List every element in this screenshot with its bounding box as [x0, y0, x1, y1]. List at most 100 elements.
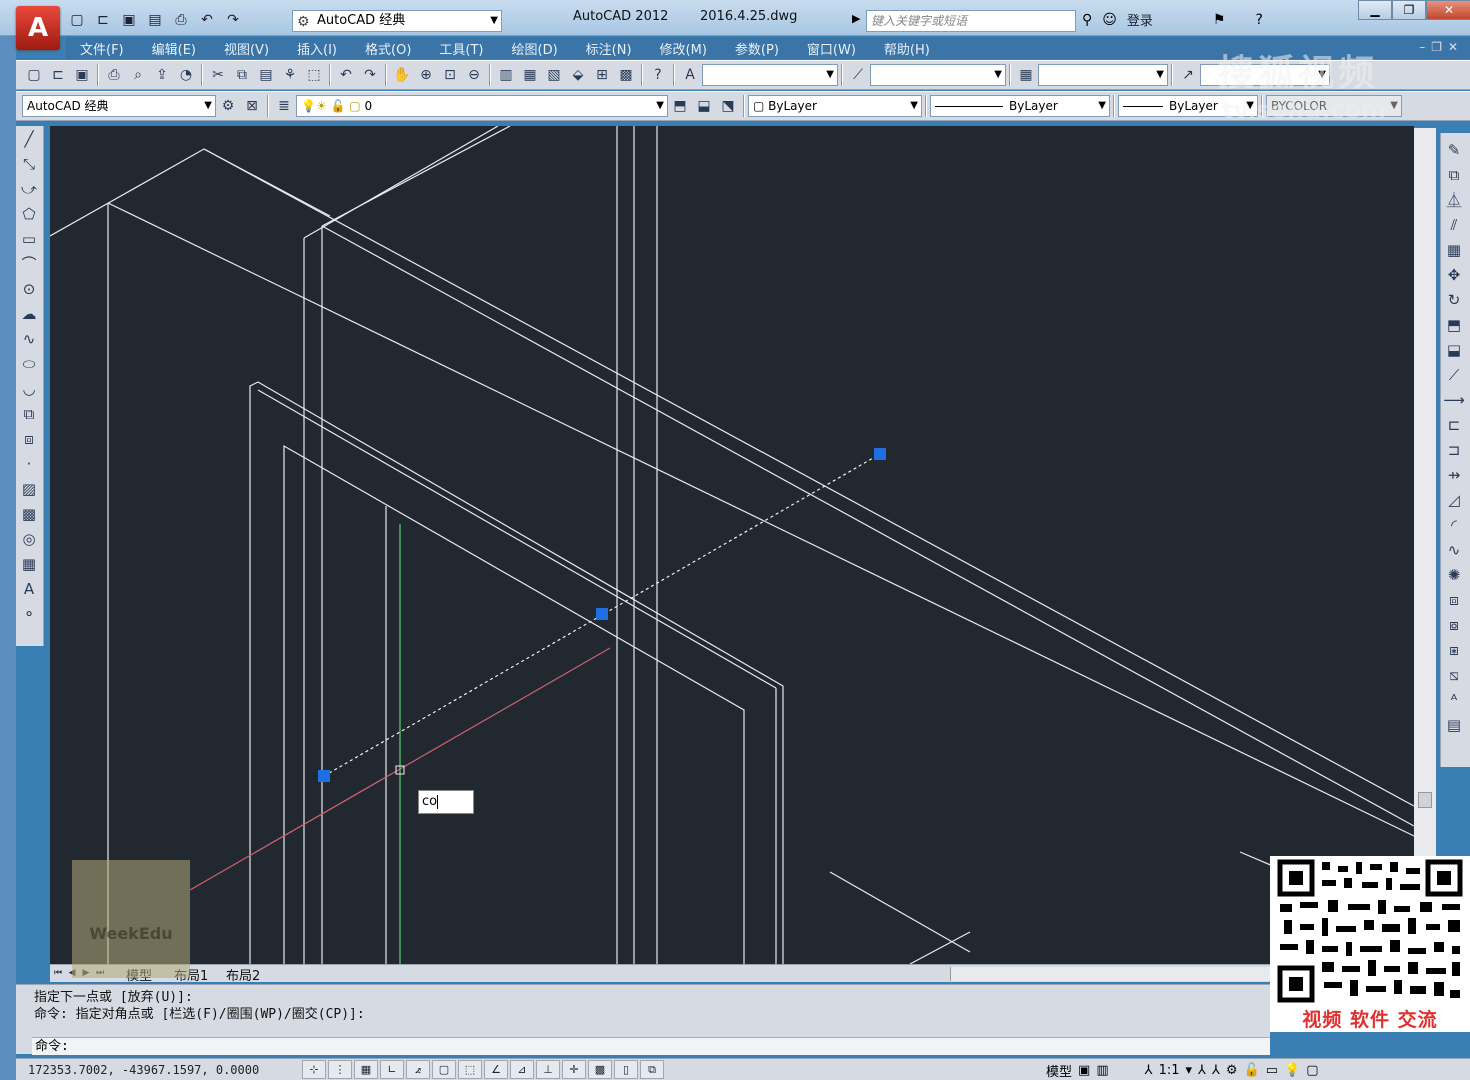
auto-scale-icon[interactable]: ⅄: [1212, 1063, 1220, 1078]
maximize-button[interactable]: ❐: [1392, 0, 1426, 20]
hatch-icon[interactable]: ▨: [16, 476, 42, 501]
text-style-icon[interactable]: A: [678, 63, 702, 87]
draw-order-back-icon[interactable]: ⧇: [1441, 612, 1467, 637]
table-style-icon[interactable]: ▦: [1014, 63, 1038, 87]
menu-window[interactable]: 窗口(W): [793, 39, 870, 58]
dynamic-input-field[interactable]: co: [418, 790, 474, 814]
plot-preview-icon[interactable]: ⌕: [126, 63, 150, 87]
layer-states-icon[interactable]: ⬔: [716, 94, 740, 118]
gear-icon[interactable]: ⚙: [216, 94, 240, 118]
otrack-toggle[interactable]: ∠: [484, 1060, 508, 1079]
break-at-point-icon[interactable]: ⊏: [1441, 412, 1467, 437]
arc-icon[interactable]: ⌒: [16, 251, 42, 276]
print-icon[interactable]: ⎙: [170, 10, 192, 30]
add-selected-icon[interactable]: ⚬: [16, 601, 42, 626]
sheet-set-icon[interactable]: ⬙: [566, 63, 590, 87]
dyn-toggle[interactable]: ⊥: [536, 1060, 560, 1079]
design-center-icon[interactable]: ▦: [518, 63, 542, 87]
rotate-icon[interactable]: ↻: [1441, 287, 1467, 312]
binoculars-icon[interactable]: ⚲: [1082, 12, 1092, 28]
fillet-icon[interactable]: ◜: [1441, 512, 1467, 537]
spline-icon[interactable]: ∿: [16, 326, 42, 351]
grip-start[interactable]: [318, 770, 330, 782]
construction-line-icon[interactable]: ⤡: [16, 151, 42, 176]
point-icon[interactable]: ·: [16, 451, 42, 476]
array-icon[interactable]: ▦: [1441, 237, 1467, 262]
selection-cycling-toggle[interactable]: ⧉: [640, 1060, 664, 1079]
text-front-icon[interactable]: ᴬ: [1441, 687, 1467, 712]
drawing-area[interactable]: [50, 126, 1414, 964]
layer-dropdown[interactable]: 💡☀ 🔓 ▢ 0 ▼: [296, 95, 668, 117]
calculator-icon[interactable]: ▩: [614, 63, 638, 87]
properties-icon[interactable]: ▥: [494, 63, 518, 87]
paste-icon[interactable]: ▤: [254, 63, 278, 87]
table-style-dropdown[interactable]: ▼: [1038, 64, 1168, 86]
insert-block-icon[interactable]: ⧉: [16, 401, 42, 426]
menu-parametric[interactable]: 参数(P): [721, 39, 793, 58]
menu-modify[interactable]: 修改(M): [646, 39, 721, 58]
help-icon[interactable]: ?: [646, 63, 670, 87]
save-as-icon[interactable]: ▤: [144, 10, 166, 30]
isolate-objects-icon[interactable]: 💡: [1284, 1063, 1300, 1078]
open-file-icon[interactable]: ⊏: [92, 10, 114, 30]
polar-toggle[interactable]: ⦨: [406, 1060, 430, 1079]
save-icon[interactable]: ▣: [118, 10, 140, 30]
3d-print-icon[interactable]: ◔: [174, 63, 198, 87]
copy-object-icon[interactable]: ⧉: [1441, 162, 1467, 187]
circle-icon[interactable]: ⊙: [16, 276, 42, 301]
multileader-style-icon[interactable]: ↗: [1176, 63, 1200, 87]
region-icon[interactable]: ◎: [16, 526, 42, 551]
new-file-icon[interactable]: ▢: [66, 10, 88, 30]
open-icon[interactable]: ⊏: [46, 63, 70, 87]
menu-tools[interactable]: 工具(T): [425, 39, 497, 58]
grip-mid[interactable]: [596, 608, 608, 620]
zoom-previous-icon[interactable]: ⊖: [462, 63, 486, 87]
break-icon[interactable]: ⊐: [1441, 437, 1467, 462]
workspace-lock-icon[interactable]: ⊠: [240, 94, 264, 118]
login-link[interactable]: 登录: [1127, 10, 1153, 29]
doc-window-controls[interactable]: –❐✕: [1419, 40, 1464, 54]
gradient-icon[interactable]: ▩: [16, 501, 42, 526]
text-style-dropdown[interactable]: ▼: [702, 64, 838, 86]
draw-order-front-icon[interactable]: ⧈: [1441, 587, 1467, 612]
snap-toggle[interactable]: ⋮: [328, 1060, 352, 1079]
table-icon[interactable]: ▦: [16, 551, 42, 576]
send-under-icon[interactable]: ⧅: [1441, 662, 1467, 687]
close-button[interactable]: ✕: [1426, 0, 1470, 20]
tool-palettes-icon[interactable]: ▧: [542, 63, 566, 87]
grid-toggle[interactable]: ▦: [354, 1060, 378, 1079]
scale-icon[interactable]: ⬒: [1441, 312, 1467, 337]
publish-icon[interactable]: ⇪: [150, 63, 174, 87]
offset-icon[interactable]: ⫽: [1441, 212, 1467, 237]
drawing-svg[interactable]: [50, 126, 1414, 964]
hatch-back-icon[interactable]: ▤: [1441, 712, 1467, 737]
quick-view-drawings-icon[interactable]: ▥: [1096, 1063, 1108, 1078]
line-icon[interactable]: ╱: [16, 126, 42, 151]
menu-help[interactable]: 帮助(H): [870, 39, 944, 58]
make-block-icon[interactable]: ⧈: [16, 426, 42, 451]
infer-constraints-toggle[interactable]: ⊹: [302, 1060, 326, 1079]
menu-format[interactable]: 格式(O): [351, 39, 425, 58]
linetype-dropdown[interactable]: ByLayer ▼: [930, 95, 1110, 117]
ellipse-arc-icon[interactable]: ◡: [16, 376, 42, 401]
vertical-scroll-thumb[interactable]: [1418, 792, 1432, 808]
menu-view[interactable]: 视图(V): [210, 39, 283, 58]
chevron-down-icon[interactable]: ▾: [1185, 1063, 1192, 1078]
vertical-scrollbar[interactable]: [1414, 128, 1436, 964]
grip-end[interactable]: [874, 448, 886, 460]
zoom-realtime-icon[interactable]: ⊕: [414, 63, 438, 87]
zoom-window-icon[interactable]: ⊡: [438, 63, 462, 87]
workspace-dropdown[interactable]: ⚙ AutoCAD 经典 ▼: [292, 10, 502, 32]
layer-previous-icon[interactable]: ⬓: [692, 94, 716, 118]
polygon-icon[interactable]: ⬠: [16, 201, 42, 226]
model-space-button[interactable]: 模型: [1046, 1061, 1072, 1080]
ortho-toggle[interactable]: ∟: [380, 1060, 404, 1079]
plot-icon[interactable]: ⎙: [102, 63, 126, 87]
polyline-icon[interactable]: ⤻: [16, 176, 42, 201]
layer-manager-icon[interactable]: ≣: [272, 94, 296, 118]
copy-icon[interactable]: ⧉: [230, 63, 254, 87]
minimize-button[interactable]: ▁: [1358, 0, 1392, 20]
lock-icon[interactable]: 🔓: [1244, 1063, 1260, 1078]
redo-icon[interactable]: ↷: [358, 63, 382, 87]
rectangle-icon[interactable]: ▭: [16, 226, 42, 251]
